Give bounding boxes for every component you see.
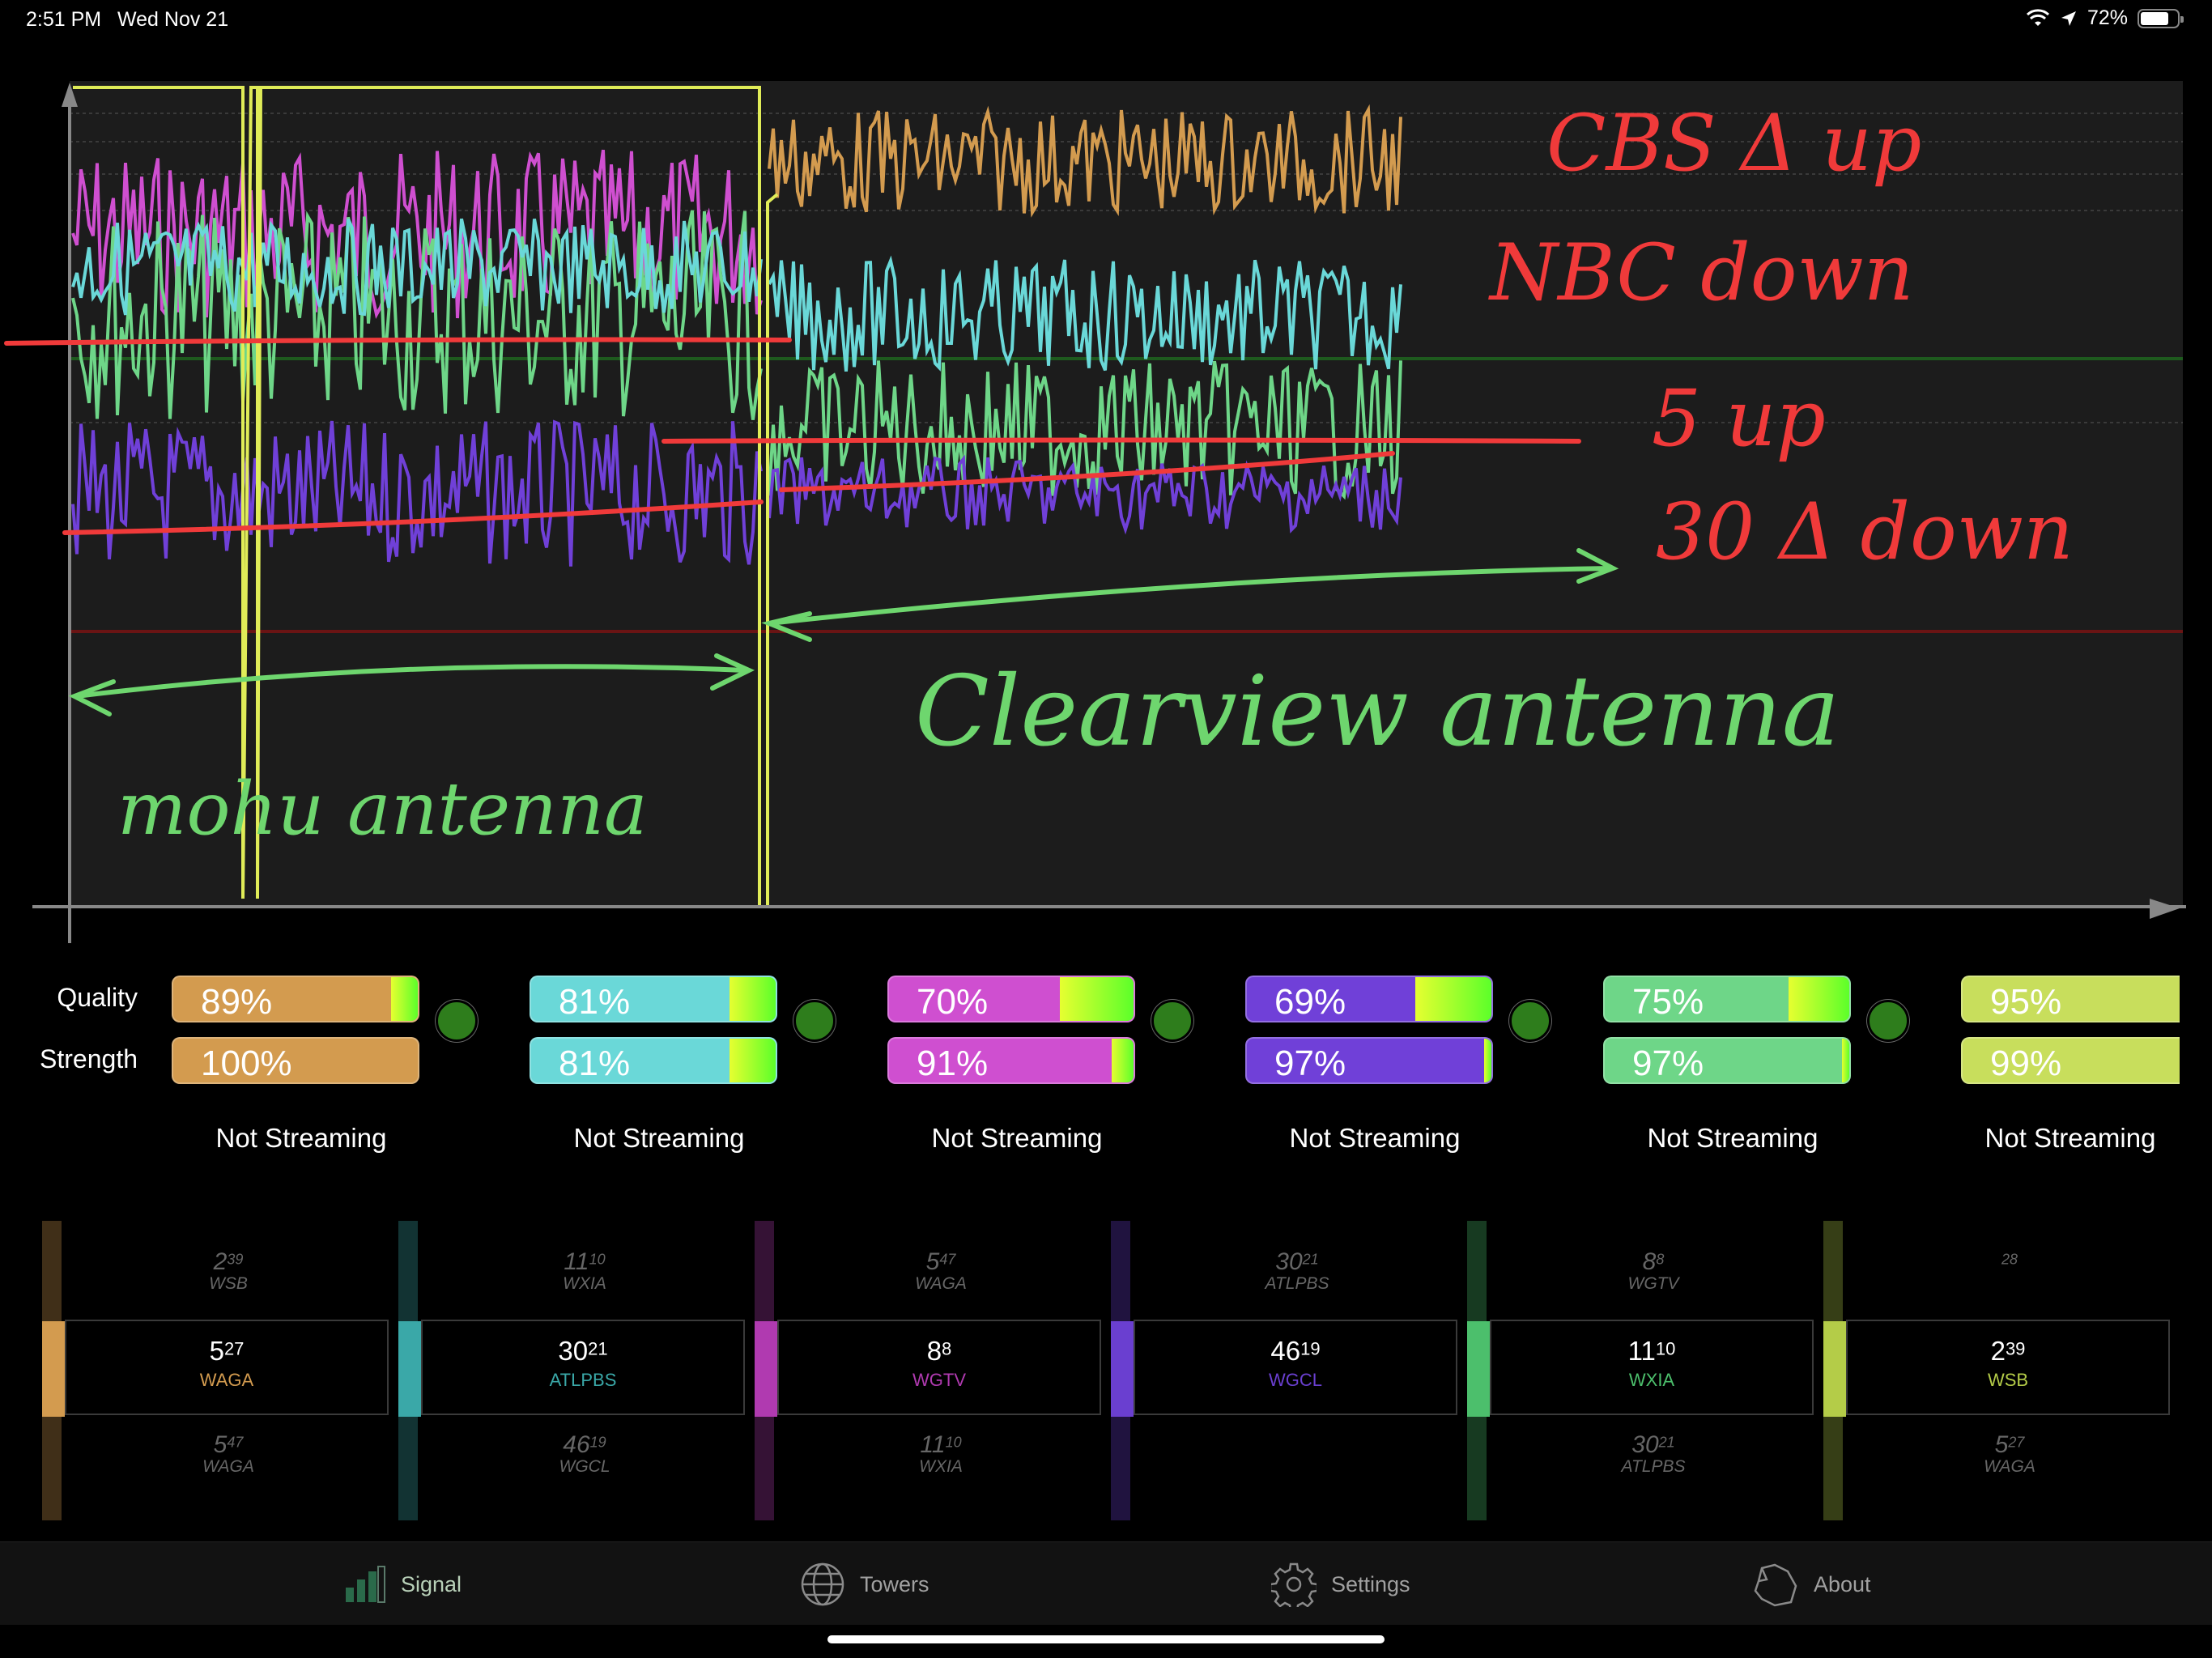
picker-color-strip-selected [1823, 1321, 1846, 1417]
quality-bar: 69% [1245, 976, 1493, 1022]
tab-label: Signal [401, 1571, 462, 1596]
home-indicator[interactable] [827, 1635, 1385, 1643]
picker-option[interactable]: 3021 ATLPBS [1127, 1248, 1467, 1294]
quality-label: Quality [57, 983, 138, 1012]
tab-settings[interactable]: Settings [1271, 1560, 1410, 1609]
quality-bar: 75% [1603, 976, 1851, 1022]
quality-bar: 89% [172, 976, 419, 1022]
stream-status: Not Streaming [215, 1123, 387, 1153]
picker-selected-channel[interactable]: 527 WAGA [65, 1320, 389, 1415]
stream-status: Not Streaming [573, 1123, 745, 1153]
channel-picker[interactable]: 547 WAGA 88 WGTV 1110 WXIA [755, 1214, 1111, 1522]
stream-status: Not Streaming [1647, 1123, 1819, 1153]
picker-selected-channel[interactable]: 239 WSB [1846, 1320, 2170, 1415]
stream-status: Not Streaming [931, 1123, 1103, 1153]
picker-color-strip-selected [1467, 1321, 1490, 1417]
wifi-icon [2026, 8, 2049, 26]
signal-history-graph: CBS Δ up NBC down 5 up 30 Δ down mohu an… [4, 81, 2186, 943]
tab-signal[interactable]: Signal [344, 1560, 462, 1609]
tab-label: Settings [1331, 1571, 1410, 1596]
stream-status: Not Streaming [1289, 1123, 1461, 1153]
lock-status-indicator [1509, 1000, 1551, 1042]
about-icon [1754, 1563, 1797, 1607]
station-meter-group: 70% 91% Not Streaming [887, 976, 1227, 1170]
strength-bar: 97% [1603, 1037, 1851, 1084]
strength-bar: 97% [1245, 1037, 1493, 1084]
gear-icon [1271, 1562, 1317, 1607]
strength-bar: 91% [887, 1037, 1135, 1084]
tab-label: About [1814, 1571, 1871, 1596]
location-arrow-icon [2061, 11, 2076, 26]
picker-selected-channel[interactable]: 3021 ATLPBS [421, 1320, 745, 1415]
channel-picker[interactable]: 28 239 WSB 527 WAGA [1823, 1214, 2180, 1522]
status-right: 72% [2026, 6, 2184, 30]
picker-color-strip-selected [755, 1321, 777, 1417]
tab-bar: Signal Towers Settings About [0, 1541, 2212, 1625]
status-date: Wed Nov 21 [117, 8, 229, 31]
picker-selected-channel[interactable]: 1110 WXIA [1490, 1320, 1814, 1415]
channel-picker[interactable]: 3021 ATLPBS 4619 WGCL [1111, 1214, 1467, 1522]
lock-status-indicator [793, 1000, 836, 1042]
station-meter-group: 81% 81% Not Streaming [530, 976, 870, 1170]
channel-picker[interactable]: 1110 WXIA 3021 ATLPBS 4619 WGCL [398, 1214, 755, 1522]
channel-picker[interactable]: 239 WSB 527 WAGA 547 WAGA [42, 1214, 398, 1522]
annotation-cbs: CBS Δ up [1546, 98, 1921, 189]
strength-bar: 99% [1961, 1037, 2180, 1084]
picker-selected-channel[interactable]: 4619 WGCL [1134, 1320, 1457, 1415]
tab-towers[interactable]: Towers [800, 1560, 929, 1609]
picker-option[interactable]: 1110 WXIA [771, 1431, 1111, 1477]
annotation-30: 30 Δ down [1656, 487, 2074, 577]
channel-picker[interactable]: 88 WGTV 1110 WXIA 3021 ATLPBS [1467, 1214, 1823, 1522]
station-meter-group: 75% 97% Not Streaming [1603, 976, 1943, 1170]
picker-option[interactable]: 28 [1840, 1248, 2180, 1274]
lock-status-indicator [436, 1000, 478, 1042]
strength-label: Strength [40, 1044, 138, 1073]
station-meter-group: 89% 100% Not Streaming [172, 976, 512, 1170]
tab-about[interactable]: About [1750, 1560, 1871, 1609]
strength-bar: 81% [530, 1037, 777, 1084]
signal-bars-icon [346, 1566, 385, 1603]
picker-option[interactable]: 88 WGTV [1483, 1248, 1823, 1294]
picker-color-strip-selected [398, 1321, 421, 1417]
status-time: 2:51 PM [26, 8, 102, 31]
picker-option[interactable]: 239 WSB [58, 1248, 398, 1294]
picker-option[interactable]: 1110 WXIA [415, 1248, 755, 1294]
picker-option[interactable]: 547 WAGA [58, 1431, 398, 1477]
picker-color-strip-selected [42, 1321, 65, 1417]
picker-option[interactable]: 3021 ATLPBS [1483, 1431, 1823, 1477]
battery-icon [2138, 8, 2184, 28]
station-meter-group: 95% 99% Not Streaming [1961, 976, 2180, 1170]
picker-selected-channel[interactable]: 88 WGTV [777, 1320, 1101, 1415]
annotation-5: 5 up [1652, 373, 1826, 464]
status-bar: 2:51 PM Wed Nov 21 72% [0, 0, 2212, 40]
quality-bar: 70% [887, 976, 1135, 1022]
quality-bar: 95% [1961, 976, 2180, 1022]
tab-label: Towers [860, 1571, 929, 1596]
strength-bar: 100% [172, 1037, 419, 1084]
globe-icon [801, 1562, 844, 1606]
quality-bar: 81% [530, 976, 777, 1022]
picker-option[interactable]: 527 WAGA [1840, 1431, 2180, 1477]
lock-status-indicator [1151, 1000, 1193, 1042]
annotation-clearview: Clearview antenna [915, 656, 1840, 768]
battery-percent: 72% [2087, 6, 2128, 29]
picker-option[interactable]: 547 WAGA [771, 1248, 1111, 1294]
station-meter-group: 69% 97% Not Streaming [1245, 976, 1585, 1170]
stream-status: Not Streaming [1984, 1123, 2156, 1153]
picker-color-strip-selected [1111, 1321, 1134, 1417]
annotation-mohu: mohu antenna [117, 767, 648, 852]
picker-option[interactable]: 4619 WGCL [415, 1431, 755, 1477]
annotation-nbc: NBC down [1488, 227, 1914, 318]
lock-status-indicator [1867, 1000, 1909, 1042]
